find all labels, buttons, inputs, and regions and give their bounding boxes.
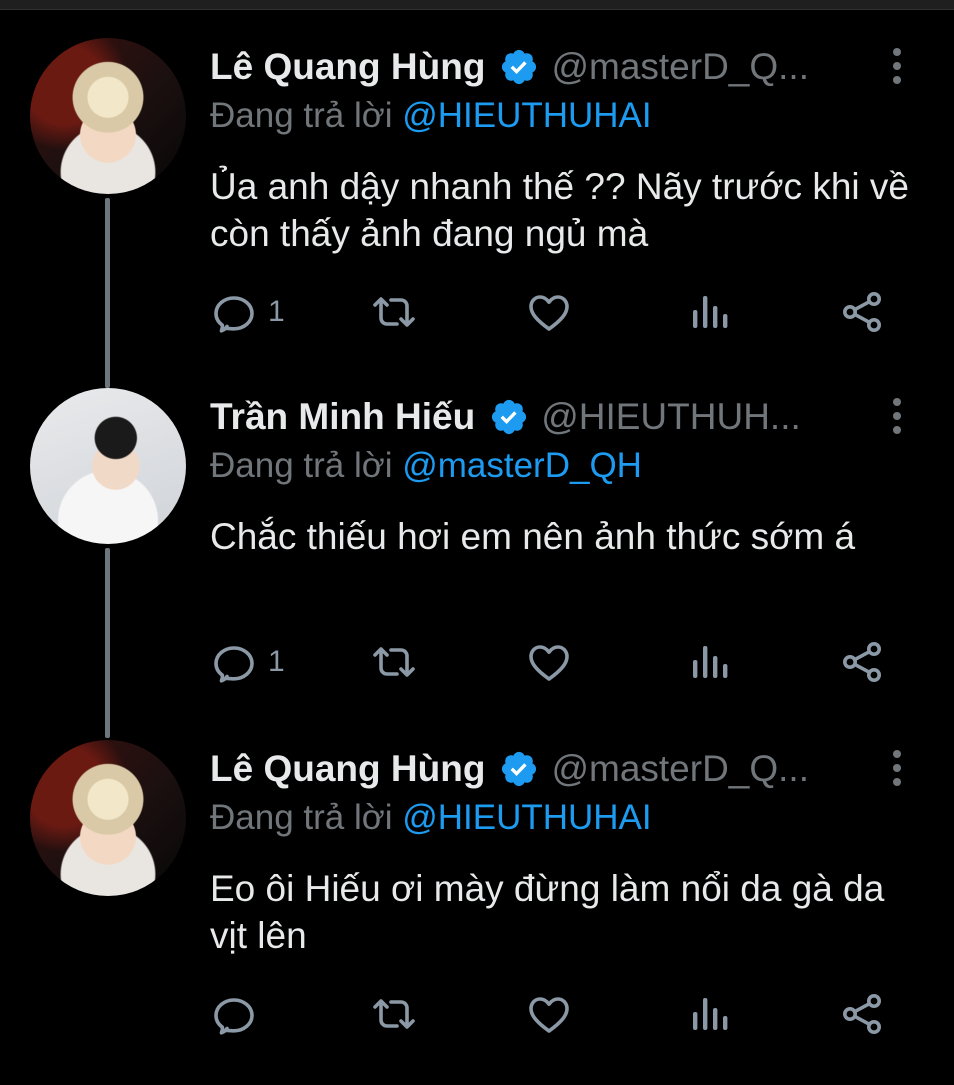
action-bar: 1	[210, 286, 910, 346]
avatar[interactable]	[30, 740, 186, 896]
reply-icon	[210, 288, 258, 336]
replying-label: Đang trả lời	[210, 798, 393, 837]
replying-to: Đang trả lời @HIEUTHUHAI	[210, 798, 652, 838]
user-handle[interactable]: @masterD_Q...	[551, 748, 809, 789]
avatar[interactable]	[30, 388, 186, 544]
tweet[interactable]: Trần Minh Hiếu @HIEUTHUH... Đang trả lời …	[0, 388, 954, 733]
more-icon[interactable]	[886, 750, 908, 794]
action-bar	[210, 988, 910, 1048]
mention-link[interactable]: @HIEUTHUHAI	[402, 798, 651, 837]
reply-icon	[210, 638, 258, 686]
replying-to: Đang trả lời @HIEUTHUHAI	[210, 96, 652, 136]
replying-label: Đang trả lời	[210, 96, 393, 135]
more-icon[interactable]	[886, 398, 908, 442]
share-button[interactable]	[838, 286, 886, 338]
views-button[interactable]	[685, 636, 733, 688]
retweet-icon	[370, 990, 418, 1038]
verified-icon	[489, 397, 529, 437]
replying-label: Đang trả lời	[210, 446, 393, 485]
mention-link[interactable]: @HIEUTHUHAI	[402, 96, 651, 135]
retweet-icon	[370, 638, 418, 686]
retweet-button[interactable]	[370, 988, 418, 1040]
tweet-text: Chắc thiếu hơi em nên ảnh thức sớm á	[210, 516, 856, 557]
like-button[interactable]	[525, 636, 573, 688]
reply-count: 1	[268, 645, 285, 678]
avatar[interactable]	[30, 38, 186, 194]
display-name[interactable]: Trần Minh Hiếu	[210, 396, 475, 437]
verified-icon	[499, 749, 539, 789]
reply-button[interactable]	[210, 988, 268, 1040]
display-name[interactable]: Lê Quang Hùng	[210, 46, 485, 87]
user-handle[interactable]: @masterD_Q...	[551, 46, 809, 87]
tweet-text: Eo ôi Hiếu ơi mày đừng làm nổi da gà da …	[210, 868, 885, 956]
tweet-header: Lê Quang Hùng @masterD_Q...	[210, 46, 860, 96]
tweet[interactable]: Lê Quang Hùng @masterD_Q... Đang trả lời …	[0, 38, 954, 383]
views-button[interactable]	[685, 988, 733, 1040]
replying-to: Đang trả lời @masterD_QH	[210, 446, 642, 486]
reply-icon	[210, 990, 258, 1038]
like-icon	[525, 990, 573, 1038]
user-handle[interactable]: @HIEUTHUH...	[541, 396, 801, 437]
reply-button[interactable]: 1	[210, 636, 285, 688]
views-icon	[685, 990, 733, 1038]
verified-icon	[499, 47, 539, 87]
more-icon[interactable]	[886, 48, 908, 92]
share-icon	[838, 638, 886, 686]
views-button[interactable]	[685, 286, 733, 338]
like-icon	[525, 288, 573, 336]
mention-link[interactable]: @masterD_QH	[402, 446, 642, 485]
share-icon	[838, 990, 886, 1038]
tweet-header: Lê Quang Hùng @masterD_Q...	[210, 748, 860, 798]
reply-count: 1	[268, 295, 285, 328]
top-divider	[0, 0, 954, 10]
share-button[interactable]	[838, 636, 886, 688]
share-button[interactable]	[838, 988, 886, 1040]
action-bar: 1	[210, 636, 910, 696]
like-icon	[525, 638, 573, 686]
display-name[interactable]: Lê Quang Hùng	[210, 748, 485, 789]
retweet-button[interactable]	[370, 636, 418, 688]
views-icon	[685, 638, 733, 686]
tweet-header: Trần Minh Hiếu @HIEUTHUH...	[210, 396, 860, 446]
retweet-icon	[370, 288, 418, 336]
like-button[interactable]	[525, 286, 573, 338]
like-button[interactable]	[525, 988, 573, 1040]
tweet-text: Ủa anh dậy nhanh thế ?? Nãy trước khi về…	[210, 166, 909, 254]
retweet-button[interactable]	[370, 286, 418, 338]
share-icon	[838, 288, 886, 336]
views-icon	[685, 288, 733, 336]
reply-button[interactable]: 1	[210, 286, 285, 338]
tweet[interactable]: Lê Quang Hùng @masterD_Q... Đang trả lời …	[0, 740, 954, 1085]
